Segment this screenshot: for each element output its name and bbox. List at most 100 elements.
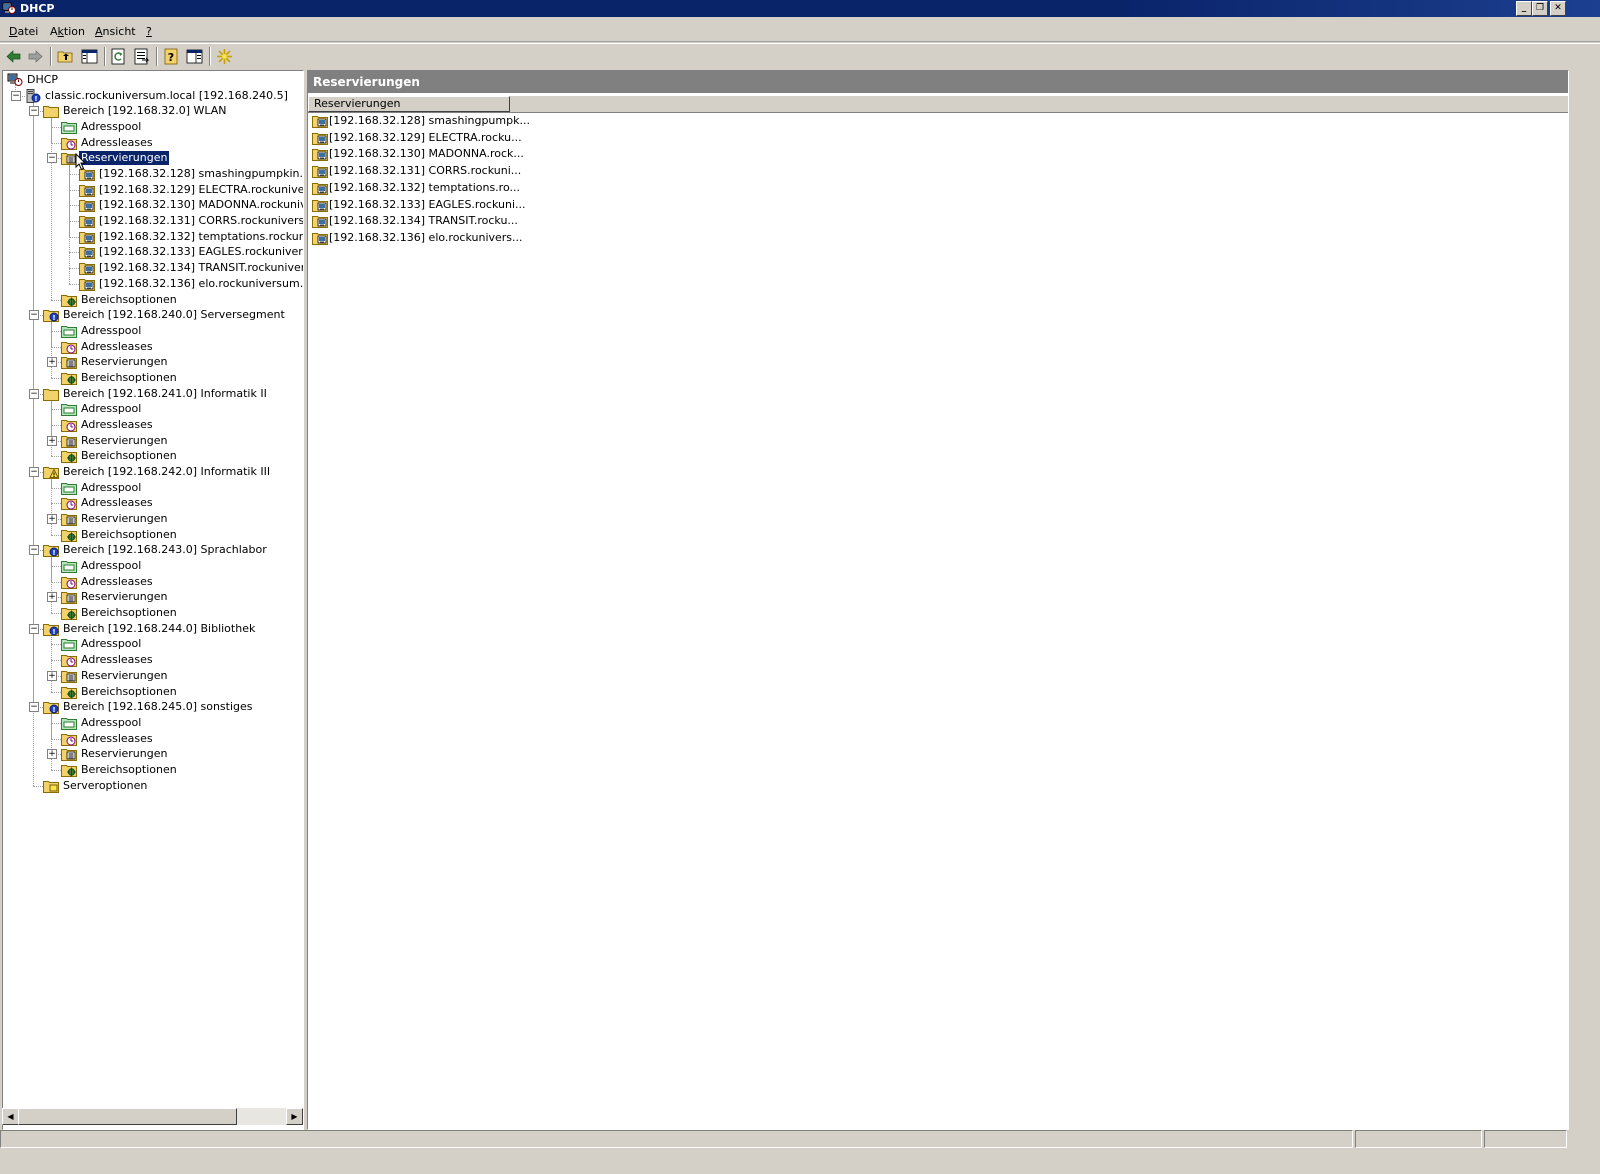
tree-toggle-icon[interactable]	[81, 48, 98, 65]
scope-options-icon	[61, 606, 77, 621]
address-leases-icon	[61, 653, 77, 668]
reservation-icon	[312, 231, 328, 245]
export-icon[interactable]	[133, 48, 150, 65]
scope-options-icon	[61, 763, 77, 777]
tree-node-label: Serveroptionen	[63, 778, 148, 792]
menu-datei[interactable]: Datei	[9, 25, 38, 38]
list-item-label: [192.168.32.130] MADONNA.rock...	[329, 147, 524, 161]
column-header-reservierungen[interactable]: Reservierungen	[308, 96, 510, 112]
expand-toggle[interactable]: +	[47, 514, 57, 525]
scope-active-icon: !	[43, 622, 59, 636]
tree-connector	[69, 268, 79, 270]
collapse-toggle[interactable]: −	[29, 388, 39, 399]
collapse-toggle[interactable]: −	[29, 467, 39, 477]
tree-connector	[51, 769, 61, 771]
close-button[interactable]: ✕	[1550, 1, 1566, 16]
tree-horizontal-scrollbar[interactable]: ◀ ▶	[2, 1108, 303, 1125]
tree-node-label: [192.168.32.136] elo.rockuniversum.local	[99, 276, 304, 290]
svg-text:?: ?	[168, 51, 174, 64]
address-pool-icon	[61, 324, 77, 338]
expand-toggle[interactable]: +	[47, 749, 57, 760]
scope-options-icon	[61, 685, 77, 699]
console-tree[interactable]: DHCP −! classic.rockuniversum.local [192.1…	[2, 70, 304, 1130]
scope-options-icon	[61, 528, 77, 542]
status-cell-main	[0, 1130, 1353, 1148]
menu-help[interactable]: ?	[146, 25, 152, 38]
tree-connector	[51, 397, 52, 457]
tree-node-label: Adressleases	[81, 653, 153, 667]
folder-up-icon[interactable]	[57, 48, 74, 65]
tree-node-label: [192.168.32.130] MADONNA.rockuniversu	[99, 198, 303, 212]
refresh-icon[interactable]	[110, 48, 127, 65]
reservations-icon	[61, 747, 77, 762]
tree-node-label: Reservierungen	[81, 747, 168, 761]
expand-toggle[interactable]: +	[47, 357, 57, 368]
collapse-toggle[interactable]: −	[29, 106, 39, 117]
tree-connector	[51, 581, 61, 583]
collapse-toggle[interactable]: −	[29, 702, 39, 713]
tree-node-label: classic.rockuniversum.local [192.168.240…	[45, 88, 288, 102]
tree-node-label: Reservierungen	[81, 512, 168, 526]
tree-node-label: Adresspool	[81, 402, 142, 416]
status-cell-3	[1484, 1130, 1567, 1148]
toolbar-separator	[209, 47, 211, 66]
tree-connector	[69, 162, 70, 284]
star-icon[interactable]	[216, 48, 233, 65]
help-icon[interactable]: ?	[163, 48, 180, 65]
scroll-thumb[interactable]	[18, 1108, 237, 1125]
reservations-icon	[61, 434, 77, 448]
list-item-label: [192.168.32.134] TRANSIT.rocku...	[329, 214, 518, 228]
expand-toggle[interactable]: +	[47, 592, 57, 603]
tree-connector	[51, 424, 61, 426]
list-item-label: [192.168.32.131] CORRS.rockuni...	[329, 164, 522, 178]
menu-aktion[interactable]: Aktion	[50, 25, 85, 38]
reservation-icon	[312, 147, 328, 162]
collapse-toggle[interactable]: −	[29, 545, 39, 556]
tree-connector	[69, 236, 79, 238]
list-item-label: [192.168.32.132] temptations.ro...	[329, 180, 520, 194]
arrow-left-icon[interactable]	[5, 48, 22, 65]
tree-connector	[51, 534, 61, 536]
list-item-label: [192.168.32.128] smashingpumpk...	[329, 114, 530, 127]
tree-connector	[51, 319, 52, 378]
tree-node-label: DHCP	[27, 73, 59, 86]
tree-connector	[51, 566, 61, 568]
tree-node-label: Bereichsoptionen	[81, 606, 177, 620]
tree-node-label: Adressleases	[81, 135, 153, 149]
dhcp-app-icon	[2, 2, 16, 14]
collapse-toggle[interactable]: −	[29, 310, 39, 321]
collapse-toggle[interactable]: −	[47, 153, 57, 164]
collapse-toggle[interactable]: −	[11, 90, 21, 101]
menu-bar: Datei Aktion Ansicht ?	[0, 19, 1600, 42]
minimize-button[interactable]: _	[1516, 1, 1532, 16]
tree-connector	[51, 738, 61, 740]
arrow-right-icon[interactable]	[27, 48, 44, 65]
svg-text:!: !	[52, 628, 55, 636]
restore-button[interactable]: ❐	[1532, 1, 1548, 16]
expand-toggle[interactable]: +	[47, 670, 57, 681]
reservation-icon	[79, 261, 95, 276]
menu-ansicht[interactable]: Ansicht	[95, 25, 136, 38]
tree-connector	[51, 644, 61, 646]
tree-connector	[69, 189, 79, 191]
scroll-left-button[interactable]: ◀	[2, 1108, 19, 1125]
reservations-icon	[61, 669, 77, 683]
reservation-icon	[312, 198, 328, 212]
collapse-toggle[interactable]: −	[29, 623, 39, 634]
toolbar: ?	[0, 43, 1600, 69]
properties-icon[interactable]	[186, 48, 203, 65]
reservation-icon	[312, 114, 328, 128]
scope-options-icon	[61, 449, 77, 464]
scroll-right-button[interactable]: ▶	[286, 1108, 303, 1125]
tree-node-label: Adresspool	[81, 715, 142, 729]
reservation-icon	[79, 245, 95, 260]
scope-options-icon	[61, 293, 77, 307]
expand-toggle[interactable]: +	[47, 435, 57, 446]
reservation-icon	[312, 164, 328, 179]
tree-node-label: [192.168.32.131] CORRS.rockuniversum.lo	[99, 214, 304, 228]
tree-node-label: Bereich [192.168.242.0] Informatik III	[63, 465, 271, 478]
tree-connector	[51, 409, 61, 411]
tree-node-label: Reservierungen	[81, 433, 168, 447]
tree-connector	[51, 330, 61, 332]
tree-node-label: Adressleases	[81, 339, 153, 353]
